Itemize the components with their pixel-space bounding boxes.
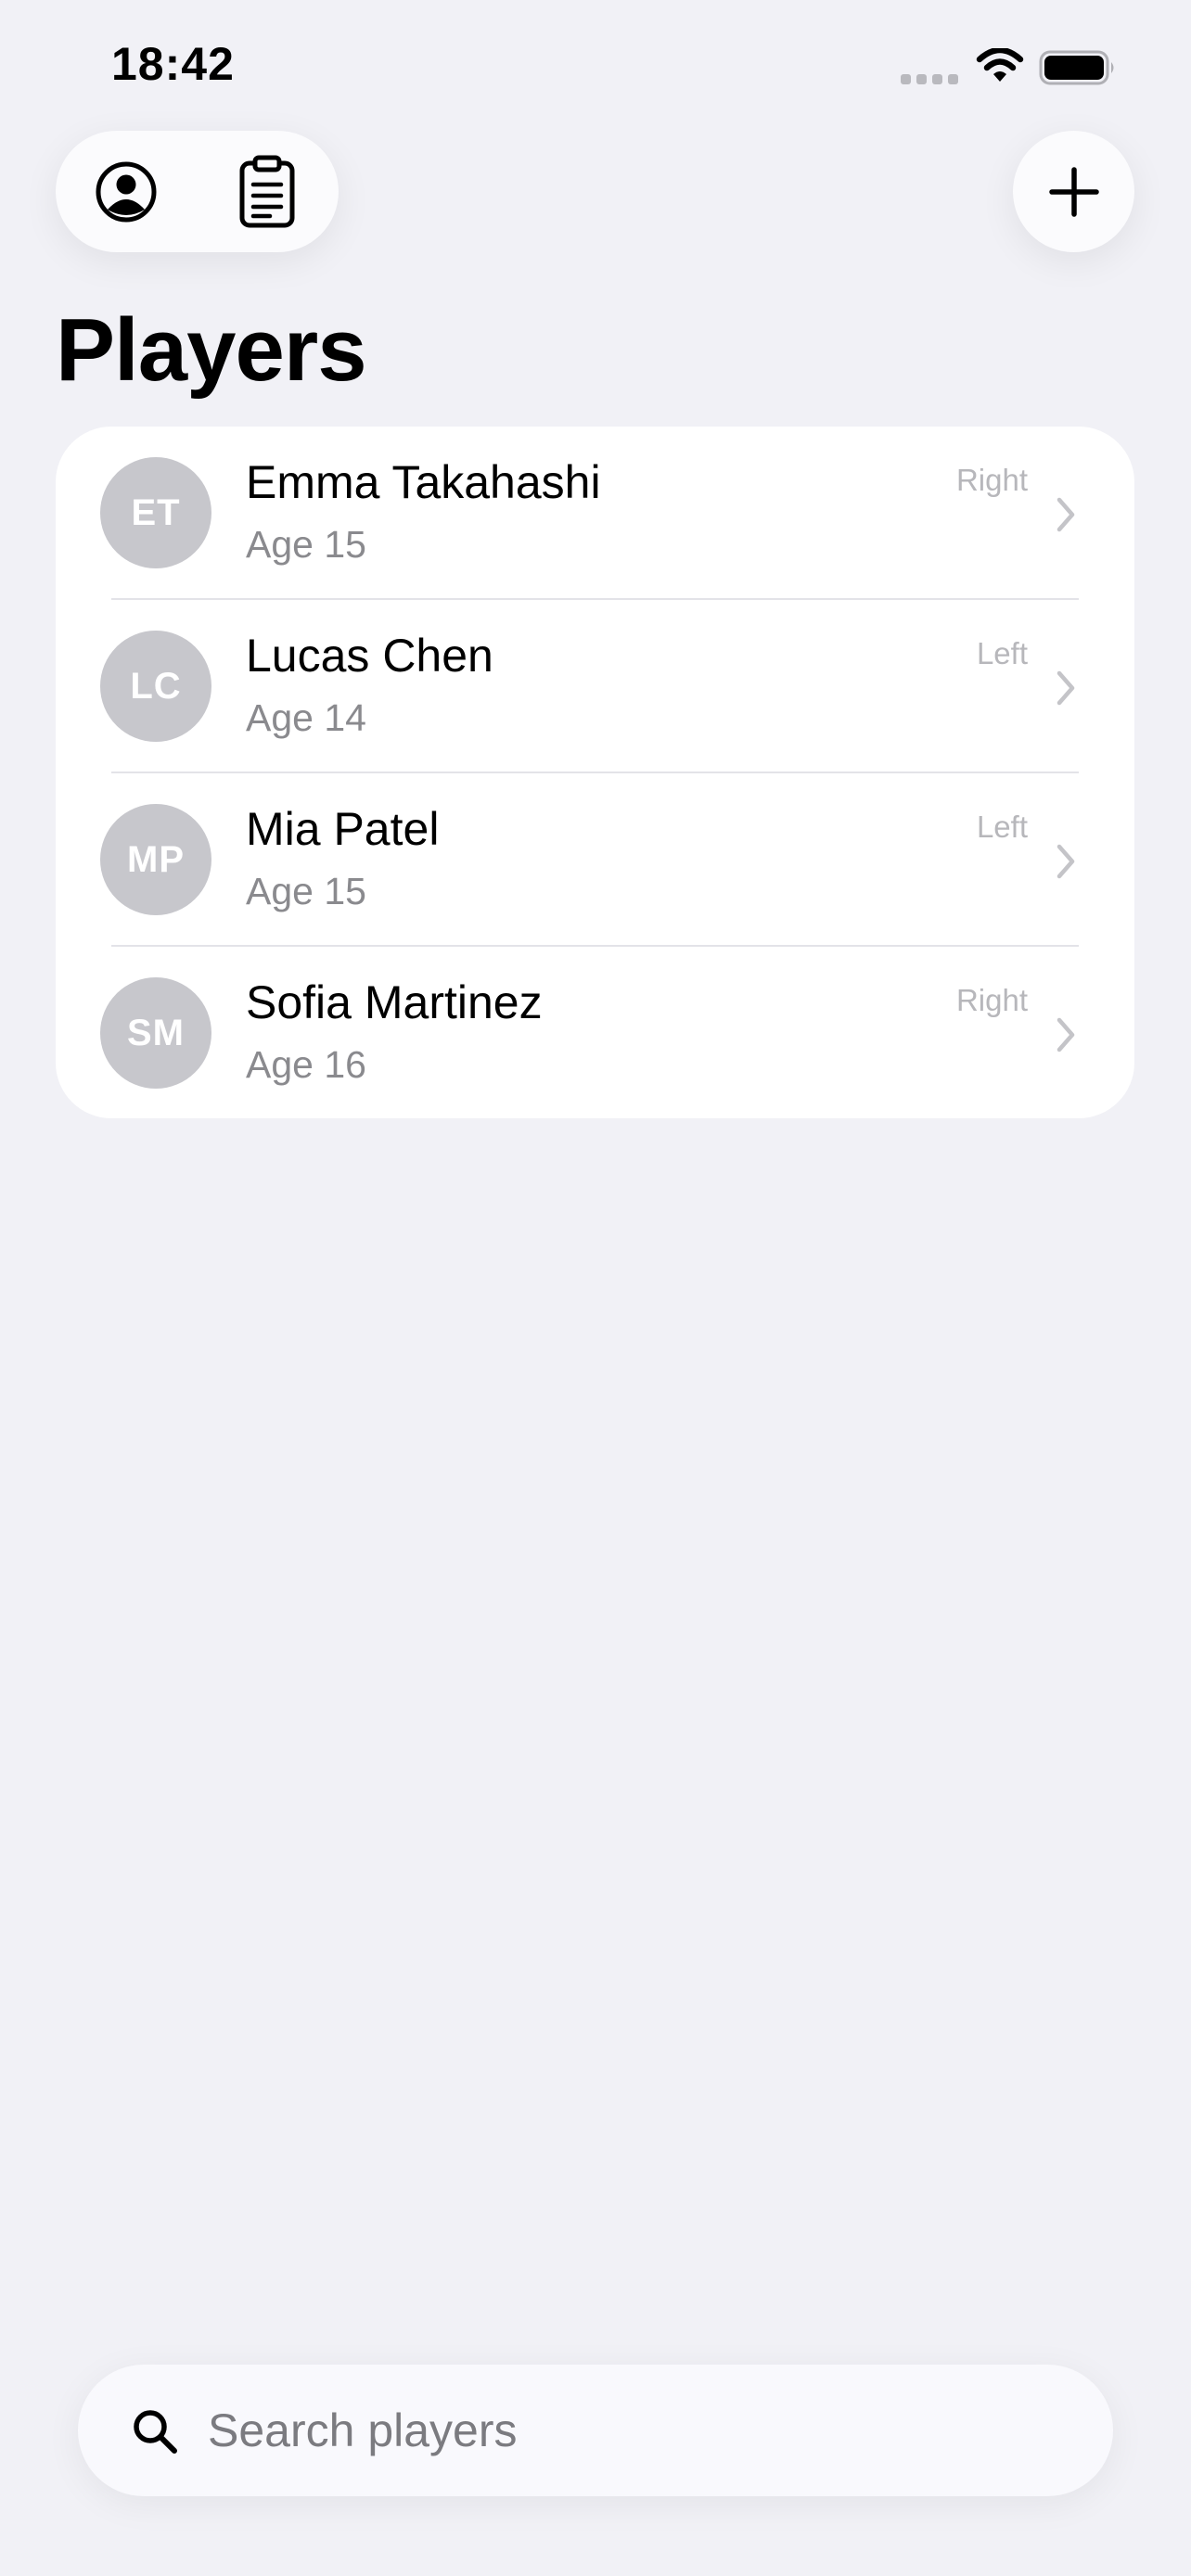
avatar: ET [100, 457, 211, 568]
chevron-right-icon [1057, 844, 1075, 879]
chevron-right-icon [1057, 1017, 1075, 1052]
avatar: SM [100, 977, 211, 1089]
search-icon [134, 2410, 177, 2454]
player-age: Age 15 [246, 870, 366, 912]
wifi-icon [976, 48, 1024, 82]
avatar: LC [100, 631, 211, 742]
player-list: ET Emma Takahashi Age 15 Right LC Lucas … [56, 427, 1134, 1118]
player-name: Sofia Martinez [246, 976, 543, 1028]
player-row[interactable]: LC Lucas Chen Age 14 Left [56, 600, 1134, 773]
search-input[interactable] [208, 2392, 1061, 2468]
player-hand: Right [955, 983, 1028, 1017]
add-player-button[interactable] [1013, 131, 1134, 252]
toolbar-pill [56, 131, 339, 252]
search-bar [78, 2365, 1113, 2496]
player-age: Age 15 [246, 523, 366, 566]
player-name: Emma Takahashi [246, 456, 601, 508]
page-title: Players [56, 300, 367, 400]
player-age: Age 14 [246, 696, 366, 739]
player-hand: Right [955, 463, 1028, 497]
status-time: 18:42 [111, 38, 235, 90]
profile-button[interactable] [56, 131, 197, 252]
player-row[interactable]: MP Mia Patel Age 15 Left [56, 773, 1134, 947]
person-circle-icon [96, 161, 157, 222]
player-row[interactable]: SM Sofia Martinez Age 16 Right [56, 947, 1134, 1118]
player-name: Lucas Chen [246, 630, 493, 682]
clipboard-icon [239, 155, 295, 227]
chevron-right-icon [1057, 497, 1075, 532]
plus-icon [1048, 166, 1099, 217]
player-row[interactable]: ET Emma Takahashi Age 15 Right [56, 427, 1134, 600]
player-hand: Left [976, 636, 1028, 670]
cellular-signal-icon [901, 74, 958, 84]
player-name: Mia Patel [246, 803, 440, 855]
clipboard-button[interactable] [197, 131, 338, 252]
battery-icon [1039, 50, 1114, 85]
status-bar: 18:42 [0, 0, 1191, 134]
avatar: MP [100, 804, 211, 915]
player-hand: Left [976, 810, 1028, 844]
chevron-right-icon [1057, 670, 1075, 706]
player-age: Age 16 [246, 1043, 366, 1086]
